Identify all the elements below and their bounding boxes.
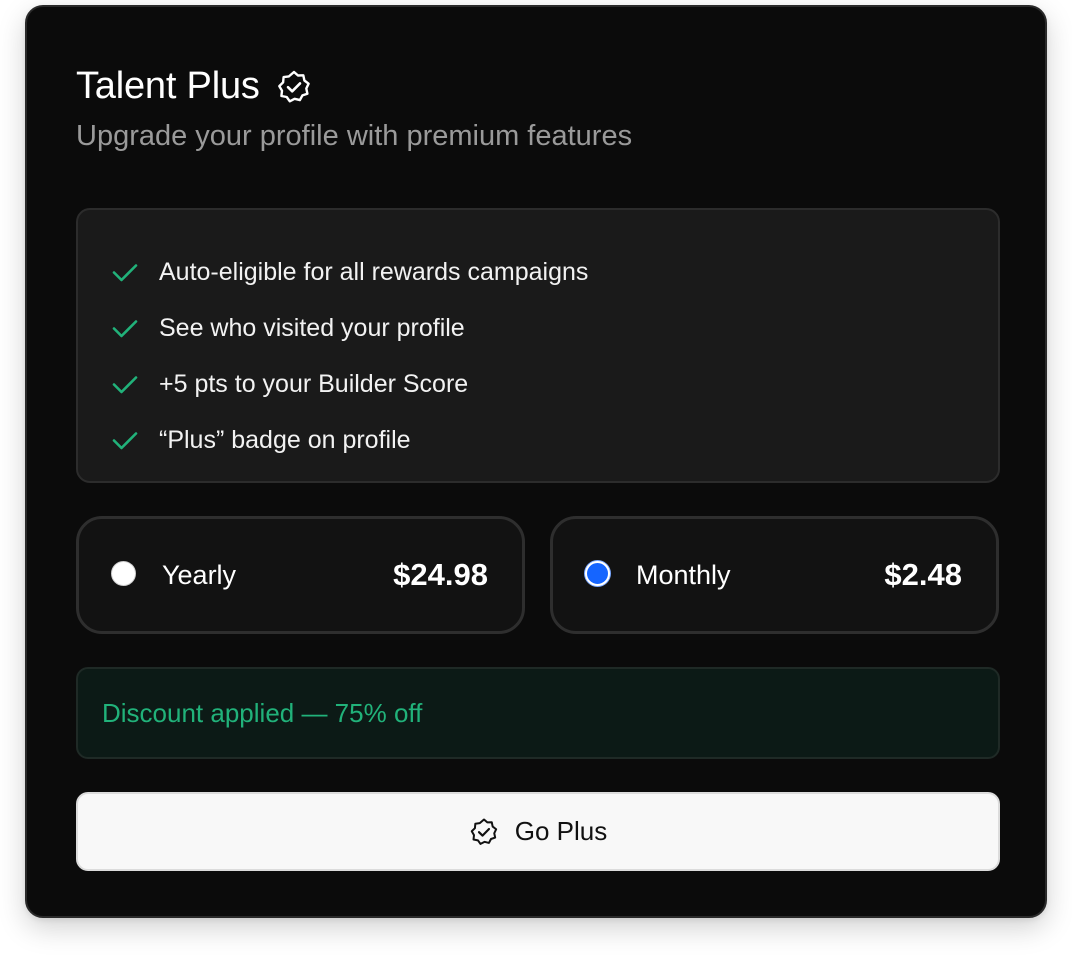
plan-option-monthly[interactable]: Monthly $2.48: [550, 516, 999, 634]
discount-text: Discount applied — 75% off: [102, 698, 423, 728]
card-title: Talent Plus: [76, 65, 260, 107]
feature-label: “Plus” badge on profile: [159, 425, 411, 454]
yearly-radio[interactable]: [111, 561, 136, 586]
title-row: Talent Plus: [76, 65, 312, 108]
feature-item: Auto-eligible for all rewards campaigns: [78, 244, 998, 300]
plan-label-monthly: Monthly: [636, 560, 731, 590]
verified-badge-icon: [276, 69, 312, 105]
feature-label: +5 pts to your Builder Score: [159, 369, 469, 398]
feature-item: See who visited your profile: [78, 300, 998, 356]
plan-price-yearly: $24.98: [393, 557, 488, 592]
check-icon: [112, 432, 138, 450]
plan-label-yearly: Yearly: [162, 560, 237, 590]
feature-label: Auto-eligible for all rewards campaigns: [159, 257, 589, 286]
card-subtitle: Upgrade your profile with premium featur…: [76, 120, 633, 152]
go-plus-label: Go Plus: [514, 816, 608, 846]
check-icon: [112, 376, 138, 394]
talent-plus-card: Talent Plus Upgrade your profile with pr…: [25, 5, 1047, 918]
plan-price-monthly: $2.48: [884, 557, 962, 592]
plan-option-yearly[interactable]: Yearly $24.98: [76, 516, 525, 634]
verified-badge-icon: [470, 818, 497, 845]
go-plus-button[interactable]: Go Plus: [76, 792, 1000, 871]
check-icon: [112, 320, 138, 338]
feature-label: See who visited your profile: [159, 313, 465, 342]
feature-item: “Plus” badge on profile: [78, 412, 998, 468]
feature-item: +5 pts to your Builder Score: [78, 356, 998, 412]
monthly-radio[interactable]: [585, 561, 610, 586]
check-icon: [112, 264, 138, 282]
features-list: Auto-eligible for all rewards campaigns …: [76, 208, 1000, 483]
discount-banner: Discount applied — 75% off: [76, 667, 1000, 759]
